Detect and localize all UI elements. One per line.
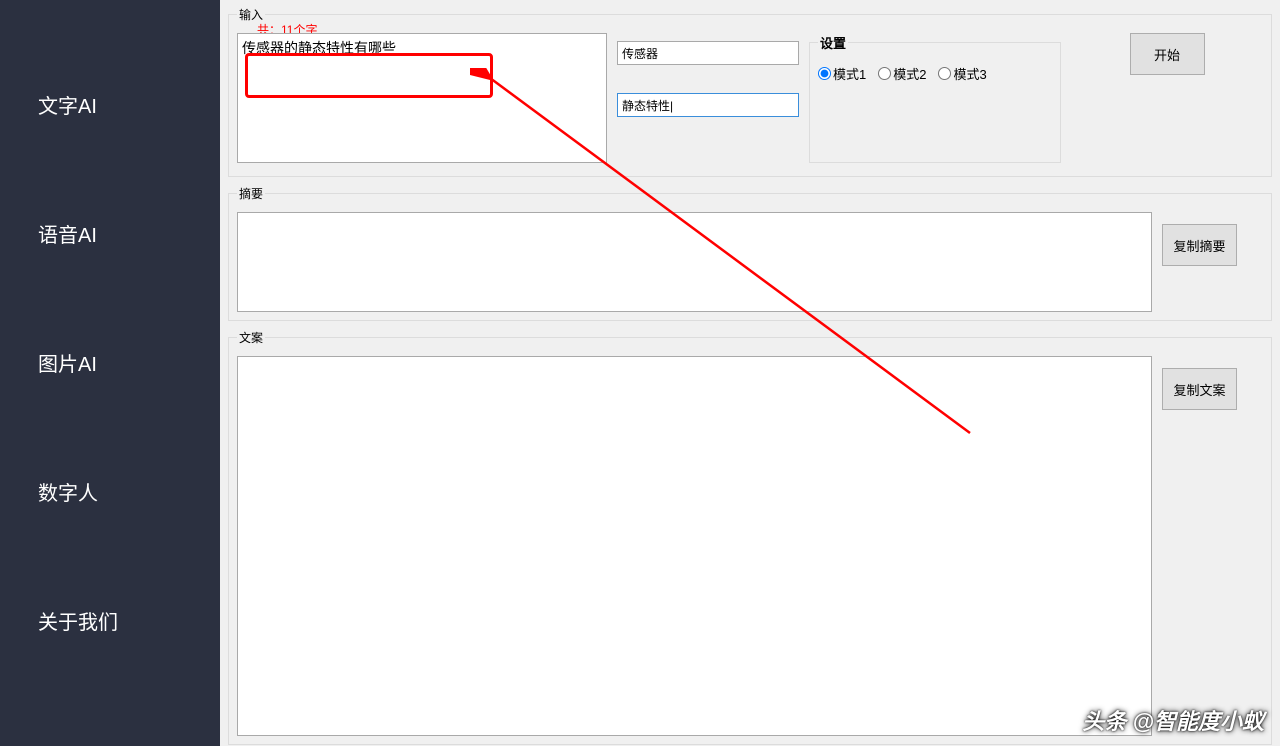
sidebar-item-about[interactable]: 关于我们 (0, 576, 220, 665)
abstract-legend: 摘要 (237, 185, 265, 202)
start-button[interactable]: 开始 (1130, 33, 1205, 75)
abstract-group: 摘要 复制摘要 (228, 185, 1272, 321)
main-input-textarea[interactable] (237, 33, 607, 163)
sidebar-item-voice-ai[interactable]: 语音AI (0, 189, 220, 278)
main-panel: 输入 共：11个字 设置 模式1 模式2 模式3 开始 (220, 0, 1280, 746)
settings-legend: 设置 (818, 33, 848, 52)
keyword1-input[interactable] (617, 41, 799, 65)
mode3-radio[interactable]: 模式3 (938, 64, 986, 83)
watermark-label: 头条 @智能度小蚁 (1082, 704, 1264, 736)
copy-abstract-button[interactable]: 复制摘要 (1162, 224, 1237, 266)
sidebar-item-digital-human[interactable]: 数字人 (0, 447, 220, 536)
mode2-radio[interactable]: 模式2 (878, 64, 926, 83)
content-group: 文案 复制文案 (228, 329, 1272, 745)
content-textarea[interactable] (237, 356, 1152, 736)
settings-group: 设置 模式1 模式2 模式3 (809, 33, 1061, 163)
abstract-textarea[interactable] (237, 212, 1152, 312)
sidebar-item-image-ai[interactable]: 图片AI (0, 318, 220, 407)
keyword2-input[interactable] (617, 93, 799, 117)
sidebar: 文字AI 语音AI 图片AI 数字人 关于我们 (0, 0, 220, 746)
mode1-radio[interactable]: 模式1 (818, 64, 866, 83)
input-group: 输入 共：11个字 设置 模式1 模式2 模式3 开始 (228, 6, 1272, 177)
content-legend: 文案 (237, 329, 265, 346)
copy-content-button[interactable]: 复制文案 (1162, 368, 1237, 410)
sidebar-item-text-ai[interactable]: 文字AI (0, 60, 220, 149)
